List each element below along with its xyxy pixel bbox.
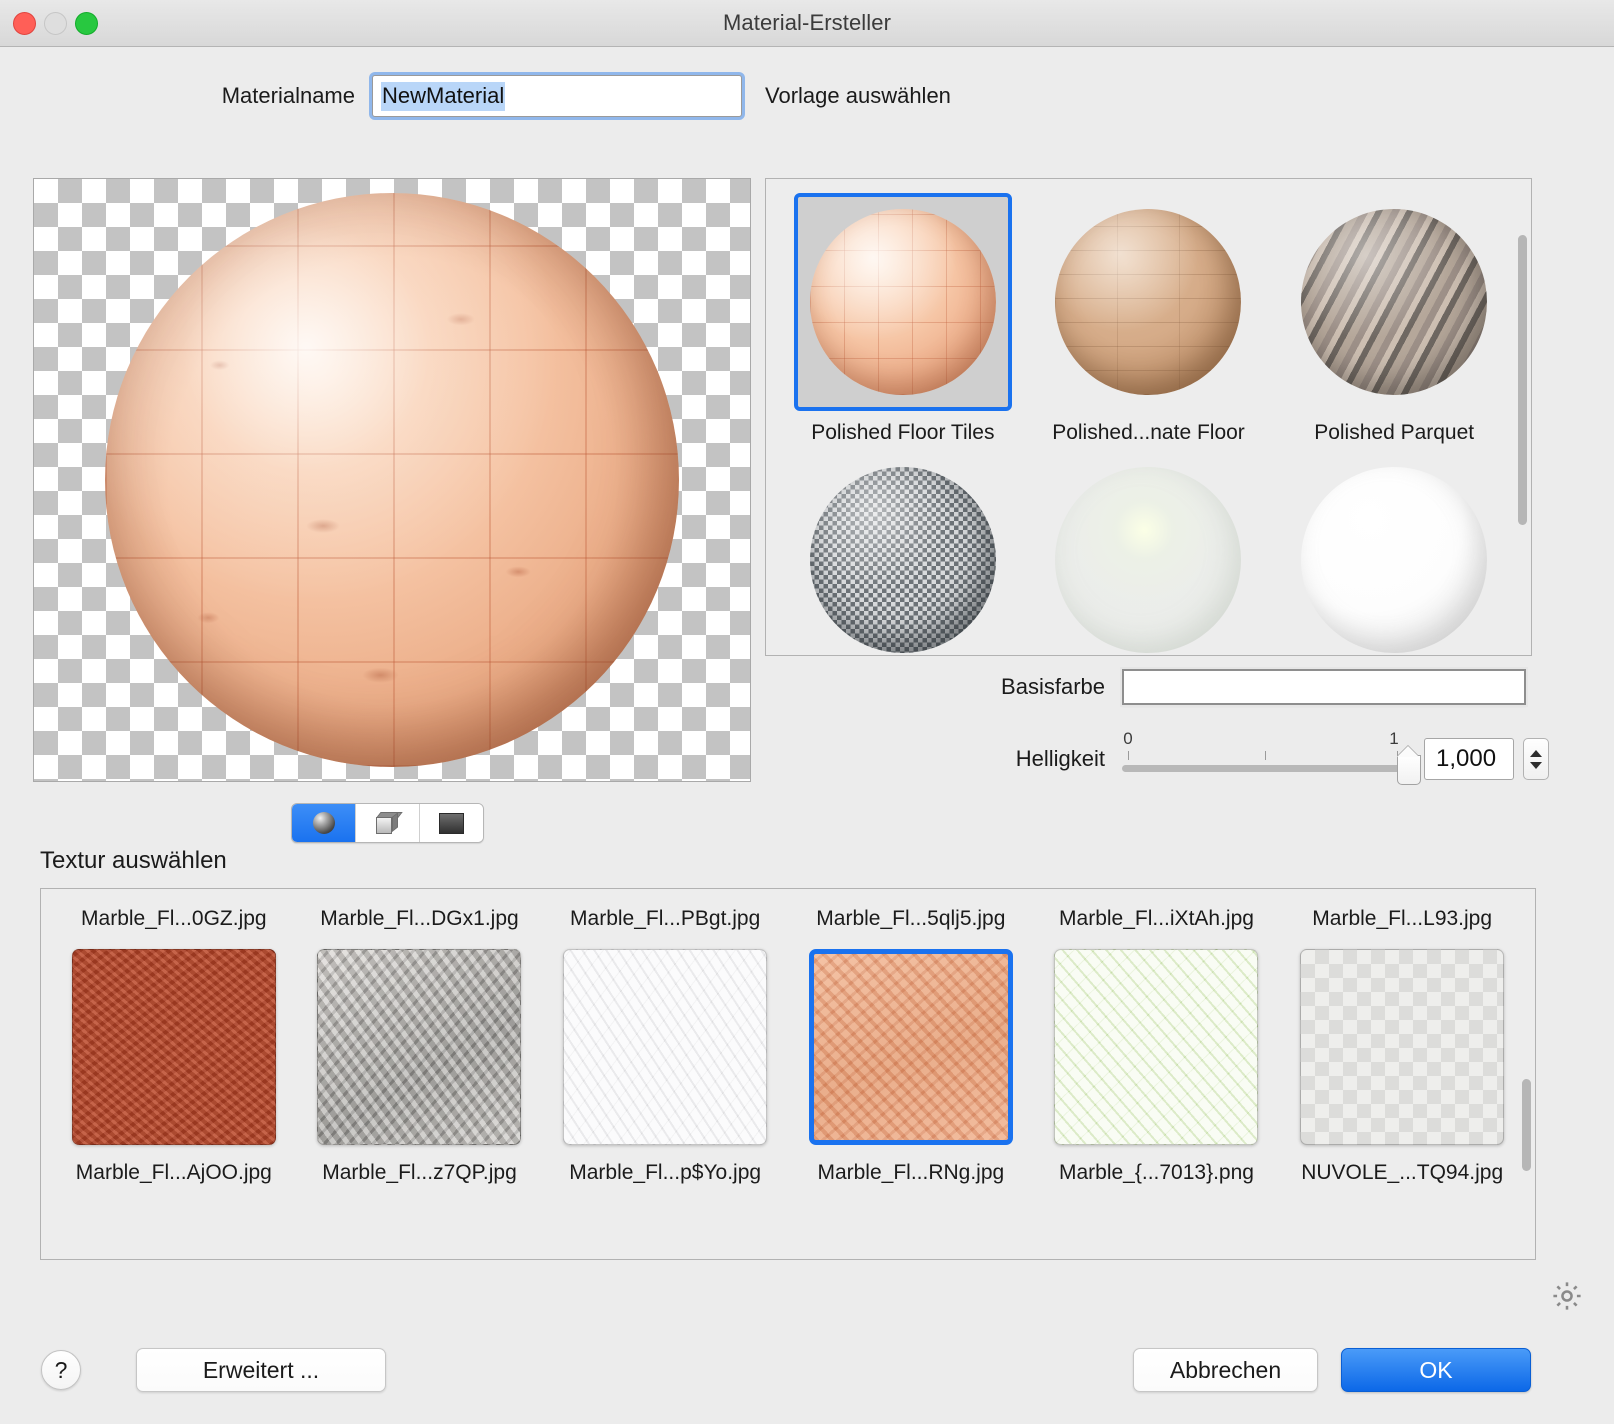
- base-color-row: Basisfarbe: [765, 669, 1530, 705]
- texture-item[interactable]: Marble_Fl...5qlj5.jpg Marble_Fl...RNg.jp…: [788, 907, 1034, 1185]
- texture-item[interactable]: Marble_Fl...iXtAh.jpg Marble_{...7013}.p…: [1034, 907, 1280, 1185]
- template-item-label: Polished Parquet: [1314, 421, 1475, 444]
- texture-section-label: Textur auswählen: [40, 847, 227, 874]
- texture-thumb-selected[interactable]: [808, 949, 1013, 1145]
- texture-thumb[interactable]: [1300, 949, 1505, 1145]
- template-grid: Polished Floor Tiles Polished...nate Flo…: [766, 179, 1531, 655]
- material-preview[interactable]: [33, 178, 751, 782]
- template-item-label: Polished Floor Tiles: [811, 421, 995, 444]
- texture-item[interactable]: Marble_Fl...PBgt.jpg Marble_Fl...p$Yo.jp…: [542, 907, 788, 1185]
- template-thumb[interactable]: [1285, 451, 1503, 655]
- texture-name-top: Marble_Fl...5qlj5.jpg: [816, 907, 1006, 930]
- chevron-up-icon[interactable]: [1530, 749, 1542, 757]
- template-sphere-icon: [1055, 209, 1242, 395]
- template-thumb[interactable]: [1039, 451, 1257, 655]
- template-item[interactable]: Polished...nate Floor: [1026, 193, 1272, 445]
- settings-gear-button[interactable]: [1550, 1279, 1584, 1313]
- material-name-input[interactable]: NewMaterial: [372, 75, 742, 117]
- dialog-footer: ? Erweitert ... Abbrechen OK: [0, 1348, 1614, 1398]
- template-thumb-selected[interactable]: [793, 193, 1012, 411]
- base-color-well[interactable]: [1122, 669, 1526, 705]
- texture-name-bottom: Marble_{...7013}.png: [1058, 1161, 1254, 1184]
- template-item-label: Polished...nate Floor: [1052, 421, 1245, 444]
- base-color-label: Basisfarbe: [1001, 674, 1105, 699]
- texture-name-top: Marble_Fl...DGx1.jpg: [320, 907, 519, 930]
- template-thumb[interactable]: [1039, 193, 1257, 411]
- window-title: Material-Ersteller: [722, 10, 892, 35]
- cancel-button[interactable]: Abbrechen: [1133, 1348, 1318, 1392]
- texture-name-bottom: Marble_Fl...z7QP.jpg: [322, 1161, 517, 1184]
- preview-sphere: [105, 193, 679, 767]
- tick-min: [1128, 751, 1129, 760]
- template-item[interactable]: [1271, 451, 1517, 655]
- texture-name-top: Marble_Fl...0GZ.jpg: [81, 907, 267, 930]
- shape-sphere-button[interactable]: [292, 804, 356, 842]
- texture-name-top: Marble_Fl...PBgt.jpg: [570, 907, 761, 930]
- template-thumb[interactable]: [1285, 193, 1503, 411]
- brightness-track[interactable]: [1122, 765, 1412, 772]
- template-item[interactable]: [780, 451, 1026, 655]
- preview-shape-toggle[interactable]: [291, 803, 484, 843]
- ok-button[interactable]: OK: [1341, 1348, 1531, 1392]
- brightness-knob[interactable]: [1397, 755, 1421, 785]
- brightness-value-input[interactable]: 1,000: [1424, 738, 1514, 780]
- texture-thumb[interactable]: [563, 949, 768, 1145]
- title-bar: Material-Ersteller: [0, 0, 1614, 47]
- template-section-label: Vorlage auswählen: [765, 83, 951, 108]
- template-item[interactable]: Polished Floor Tiles: [780, 193, 1026, 445]
- material-name-row: Materialname NewMaterial: [0, 75, 742, 117]
- texture-name-bottom: Marble_Fl...RNg.jpg: [817, 1161, 1005, 1184]
- tick-mid: [1265, 751, 1266, 760]
- brightness-row: Helligkeit 0 1 1,000: [765, 729, 1565, 785]
- texture-item[interactable]: Marble_Fl...L93.jpg NUVOLE_...TQ94.jpg: [1279, 907, 1525, 1185]
- template-sphere-icon: [1301, 467, 1488, 653]
- shape-cube-button[interactable]: [356, 804, 420, 842]
- shape-plane-button[interactable]: [420, 804, 483, 842]
- cube-icon: [375, 812, 403, 834]
- template-sphere-icon: [1301, 209, 1488, 395]
- material-name-label: Materialname: [221, 83, 355, 108]
- texture-name-bottom: Marble_Fl...p$Yo.jpg: [569, 1161, 762, 1184]
- gear-icon: [1553, 1282, 1581, 1310]
- sphere-icon: [312, 812, 335, 834]
- template-item[interactable]: [1026, 451, 1272, 655]
- template-thumb[interactable]: [794, 451, 1012, 655]
- template-list-scrollbar[interactable]: [1518, 235, 1527, 525]
- brightness-label: Helligkeit: [1015, 746, 1105, 771]
- template-item[interactable]: Polished Parquet: [1271, 193, 1517, 445]
- brightness-value: 1,000: [1436, 745, 1497, 772]
- brightness-stepper[interactable]: [1523, 738, 1549, 780]
- texture-list[interactable]: Marble_Fl...0GZ.jpg Marble_Fl...AjOO.jpg…: [40, 888, 1536, 1260]
- material-name-value: NewMaterial: [381, 81, 506, 111]
- texture-name-bottom: Marble_Fl...AjOO.jpg: [75, 1161, 272, 1184]
- help-button[interactable]: ?: [41, 1350, 81, 1390]
- brightness-min-label: 0: [1123, 729, 1133, 748]
- texture-name-top: Marble_Fl...iXtAh.jpg: [1059, 907, 1254, 930]
- advanced-button[interactable]: Erweitert ...: [136, 1348, 386, 1392]
- template-sphere-icon: [809, 467, 996, 653]
- texture-grid: Marble_Fl...0GZ.jpg Marble_Fl...AjOO.jpg…: [41, 889, 1535, 1185]
- texture-list-scrollbar[interactable]: [1522, 1079, 1531, 1171]
- dialog-content: Materialname NewMaterial Vorlage auswähl…: [0, 47, 1614, 1424]
- brightness-tick-labels: 0 1: [1122, 729, 1412, 749]
- texture-item[interactable]: Marble_Fl...0GZ.jpg Marble_Fl...AjOO.jpg: [51, 907, 297, 1185]
- texture-thumb[interactable]: [317, 949, 522, 1145]
- template-list[interactable]: Polished Floor Tiles Polished...nate Flo…: [765, 178, 1532, 656]
- texture-name-top: Marble_Fl...L93.jpg: [1312, 907, 1493, 930]
- template-sphere-icon: [1055, 467, 1242, 653]
- texture-thumb[interactable]: [1054, 949, 1259, 1145]
- template-sphere-icon: [809, 209, 996, 395]
- texture-thumb[interactable]: [71, 949, 276, 1145]
- chevron-down-icon[interactable]: [1530, 761, 1542, 769]
- brightness-slider[interactable]: 0 1: [1122, 729, 1421, 785]
- material-creator-window: Material-Ersteller Materialname NewMater…: [0, 0, 1614, 1424]
- texture-item[interactable]: Marble_Fl...DGx1.jpg Marble_Fl...z7QP.jp…: [297, 907, 543, 1185]
- plane-icon: [439, 812, 464, 834]
- texture-name-bottom: NUVOLE_...TQ94.jpg: [1301, 1161, 1504, 1184]
